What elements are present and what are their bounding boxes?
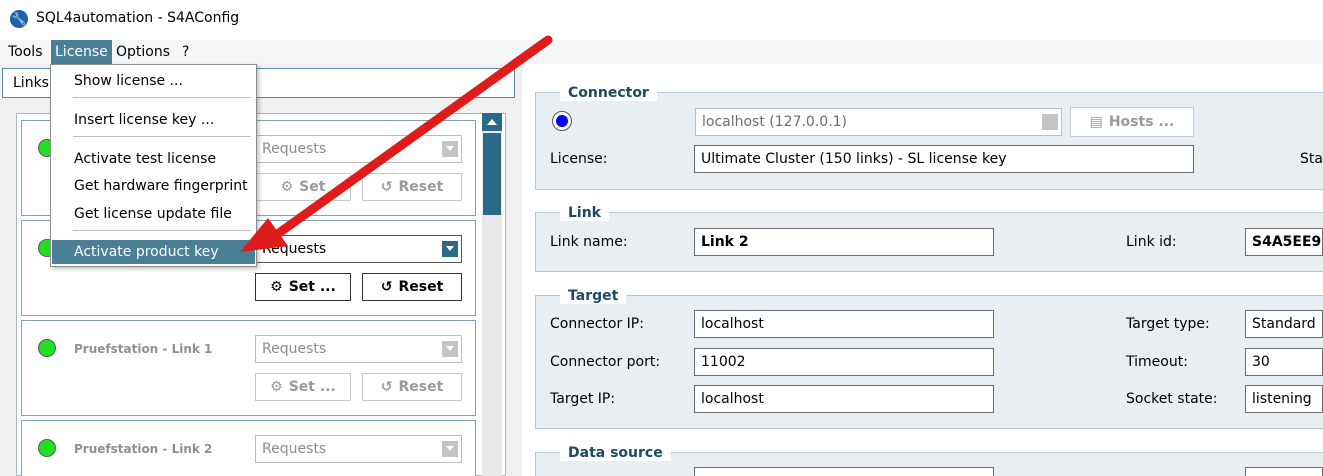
target-type-label: Target type:: [1126, 316, 1210, 332]
menu-activate-test-license[interactable]: Activate test license: [52, 147, 255, 171]
window-title: SQL4automation - S4AConfig: [36, 10, 240, 26]
link-mode-select[interactable]: Requests: [255, 335, 462, 363]
target-group-title: Target: [560, 288, 627, 304]
menu-get-hardware-fingerprint[interactable]: Get hardware fingerprint: [52, 174, 255, 198]
menu-separator: [73, 97, 251, 98]
data-source-field[interactable]: [694, 467, 994, 476]
reset-icon: ↺: [380, 279, 393, 295]
link-mode-value: Requests: [262, 441, 327, 457]
link-card[interactable]: Pruefstation - Link 2 Requests: [21, 420, 476, 476]
reset-button[interactable]: ↺ Reset: [362, 173, 462, 201]
gear-icon: ⚙: [270, 379, 283, 395]
menu-separator: [73, 136, 251, 137]
hosts-button[interactable]: ▤ Hosts ...: [1070, 107, 1194, 137]
set-button[interactable]: ⚙ Set ...: [255, 373, 351, 401]
target-ip-field[interactable]: localhost: [694, 385, 994, 413]
license-field[interactable]: Ultimate Cluster (150 links) - SL licens…: [694, 145, 1194, 173]
link-id-label: Link id:: [1126, 234, 1177, 250]
socket-state-label: Socket state:: [1126, 391, 1218, 407]
status-indicator: [38, 339, 56, 357]
menu-activate-product-key[interactable]: Activate product key: [52, 240, 255, 264]
reset-icon: ↺: [380, 179, 393, 195]
link-mode-select[interactable]: Requests: [255, 135, 462, 163]
link-mode-value: Requests: [262, 241, 327, 257]
link-mode-select[interactable]: Requests: [255, 235, 462, 263]
target-type-field[interactable]: Standard: [1245, 310, 1323, 338]
hosts-button-label: Hosts ...: [1108, 114, 1175, 130]
menu-license[interactable]: License: [51, 40, 112, 64]
connector-group: Connector: [535, 85, 1323, 190]
target-ip-label: Target IP:: [550, 391, 616, 407]
connector-radio[interactable]: [552, 111, 572, 131]
menu-help[interactable]: ?: [178, 40, 193, 64]
link-name-field[interactable]: Link 2: [694, 228, 994, 256]
links-tab-label: Links: [13, 75, 49, 91]
link-card[interactable]: Pruefstation - Link 1 Requests ⚙ Set ... …: [21, 320, 476, 416]
reset-button[interactable]: ↺ Reset: [362, 273, 462, 301]
connector-port-field[interactable]: 11002: [694, 348, 994, 376]
link-group-title: Link: [560, 205, 609, 221]
link-id-field[interactable]: S4A5EE9FI: [1245, 228, 1323, 256]
status-indicator: [38, 439, 56, 457]
menu-tools[interactable]: Tools: [4, 40, 47, 64]
timeout-label: Timeout:: [1126, 354, 1188, 370]
reset-button-label: Reset: [398, 379, 444, 395]
timeout-field[interactable]: 30: [1245, 348, 1323, 376]
scroll-up-icon[interactable]: [482, 113, 502, 131]
server-icon: ▤: [1089, 114, 1103, 130]
set-button-label: Set ...: [288, 379, 336, 395]
connector-ip-label: Connector IP:: [550, 316, 644, 332]
reset-button-label: Reset: [398, 279, 444, 295]
set-button-label: Set ...: [288, 279, 336, 295]
host-select-value: localhost (127.0.0.1): [702, 114, 848, 130]
menu-get-license-update-file[interactable]: Get license update file: [52, 202, 255, 226]
chevron-down-icon: [442, 241, 458, 257]
link-name: Pruefstation - Link 2: [74, 442, 213, 456]
menu-options[interactable]: Options: [112, 40, 174, 64]
link-mode-value: Requests: [262, 141, 327, 157]
chevron-down-icon: [1042, 114, 1058, 130]
link-mode-select[interactable]: Requests: [255, 435, 462, 463]
chevron-down-icon: [442, 441, 458, 457]
reset-icon: ↺: [380, 379, 393, 395]
connector-port-label: Connector port:: [550, 354, 661, 370]
data-source-field-right[interactable]: [1245, 467, 1323, 476]
menu-insert-license-key[interactable]: Insert license key ...: [52, 108, 255, 132]
link-mode-value: Requests: [262, 341, 327, 357]
state-label: Stat: [1300, 151, 1323, 167]
license-label: License:: [550, 151, 608, 167]
gear-icon: ⚙: [280, 179, 294, 195]
chevron-down-icon: [442, 141, 458, 157]
socket-state-field[interactable]: listening: [1245, 385, 1323, 413]
menu-bar: Tools License Options ?: [0, 40, 1323, 64]
license-menu: Show license ... Insert license key ... …: [50, 64, 257, 267]
data-source-group-title: Data source: [560, 445, 671, 461]
connector-ip-field[interactable]: localhost: [694, 310, 994, 338]
set-button-label: Set: [299, 179, 326, 195]
host-select[interactable]: localhost (127.0.0.1): [695, 108, 1062, 136]
connector-group-title: Connector: [560, 85, 657, 101]
gear-icon: ⚙: [270, 279, 283, 295]
link-name-label: Link name:: [550, 234, 628, 250]
wrench-icon: 🔧: [10, 10, 28, 28]
scrollbar-thumb[interactable]: [483, 133, 501, 215]
menu-show-license[interactable]: Show license ...: [52, 69, 255, 93]
menu-separator: [73, 230, 251, 231]
set-button[interactable]: ⚙ Set: [255, 173, 351, 201]
reset-button-label: Reset: [398, 179, 444, 195]
set-button[interactable]: ⚙ Set ...: [255, 273, 351, 301]
reset-button[interactable]: ↺ Reset: [362, 373, 462, 401]
link-name: Pruefstation - Link 1: [74, 342, 213, 356]
chevron-down-icon: [442, 341, 458, 357]
